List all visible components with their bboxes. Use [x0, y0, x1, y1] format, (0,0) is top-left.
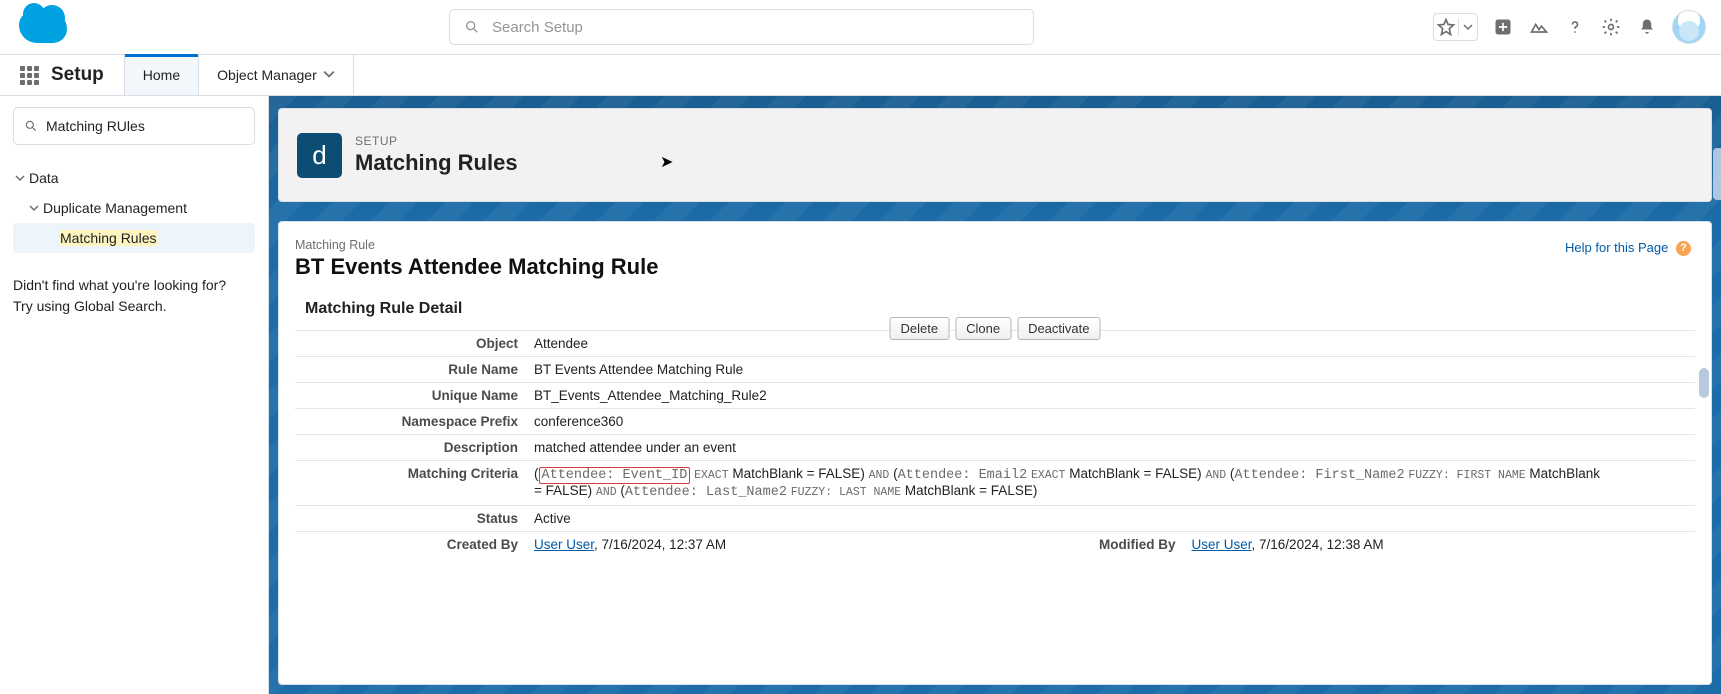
record-detail-card: Matching Rule BT Events Attendee Matchin…: [278, 221, 1712, 685]
modified-by-value: User User, 7/16/2024, 12:38 AM: [1184, 532, 1696, 558]
table-row: Created By User User, 7/16/2024, 12:37 A…: [295, 532, 1695, 558]
sidebar-node-label: Matching Rules: [59, 230, 158, 246]
star-icon: [1434, 16, 1458, 38]
field-value: Active: [526, 506, 1695, 532]
page-eyebrow: SETUP: [355, 134, 518, 148]
record-subtitle: Matching Rule: [295, 238, 1695, 252]
record-detail-table: Object Attendee Rule Name BT Events Atte…: [295, 330, 1695, 557]
page-title: Matching Rules: [355, 150, 518, 176]
table-row: Matching Criteria (Attendee: Event_ID EX…: [295, 461, 1695, 506]
record-name-heading: BT Events Attendee Matching Rule: [295, 254, 1695, 280]
field-value: matched attendee under an event: [526, 435, 1695, 461]
tab-object-manager[interactable]: Object Manager: [198, 55, 354, 95]
field-value: conference360: [526, 409, 1695, 435]
field-value: BT Events Attendee Matching Rule: [526, 357, 1695, 383]
app-name: Setup: [51, 55, 124, 95]
global-header: Search Setup: [0, 0, 1721, 55]
global-search-input[interactable]: Search Setup: [449, 9, 1034, 45]
global-add-icon[interactable]: [1492, 16, 1514, 38]
created-by-user-link[interactable]: User User: [534, 537, 594, 552]
table-row: Status Active: [295, 506, 1695, 532]
chevron-down-icon: [27, 203, 41, 213]
app-launcher-icon[interactable]: [15, 55, 43, 95]
created-by-value: User User, 7/16/2024, 12:37 AM: [526, 532, 1038, 558]
main-content: d SETUP Matching Rules ➤ Matching Rule B…: [269, 96, 1721, 694]
trailhead-icon[interactable]: [1528, 16, 1550, 38]
page-header: d SETUP Matching Rules: [278, 108, 1712, 202]
clone-button[interactable]: Clone: [955, 317, 1011, 340]
sidebar-quickfind-value: Matching RUles: [46, 118, 145, 134]
table-row: Namespace Prefix conference360: [295, 409, 1695, 435]
tab-home[interactable]: Home: [124, 55, 198, 95]
sidebar-node-label: Data: [29, 170, 59, 186]
field-label: Status: [295, 506, 526, 532]
field-label: Object: [295, 331, 526, 357]
table-row: Rule Name BT Events Attendee Matching Ru…: [295, 357, 1695, 383]
section-title: Matching Rule Detail: [305, 300, 1695, 318]
field-value: Attendee: [526, 331, 1695, 357]
chevron-down-icon: [13, 173, 27, 183]
notifications-bell-icon[interactable]: [1636, 16, 1658, 38]
help-question-icon: ?: [1676, 241, 1691, 256]
help-for-page-label: Help for this Page: [1565, 240, 1668, 255]
sidebar-hint-line: Didn't find what you're looking for?: [13, 275, 255, 296]
field-label: Namespace Prefix: [295, 409, 526, 435]
delete-button[interactable]: Delete: [890, 317, 950, 340]
user-avatar[interactable]: [1672, 10, 1706, 44]
global-search-placeholder: Search Setup: [492, 19, 583, 36]
salesforce-logo[interactable]: [15, 8, 70, 46]
search-icon: [24, 119, 38, 133]
sidebar-node-data[interactable]: Data: [13, 163, 255, 193]
page-header-icon: d: [297, 133, 342, 178]
field-label: Rule Name: [295, 357, 526, 383]
field-value: BT_Events_Attendee_Matching_Rule2: [526, 383, 1695, 409]
favorites-menu[interactable]: [1433, 13, 1478, 41]
chevron-down-icon: [323, 67, 335, 83]
field-label: Modified By: [1038, 532, 1184, 558]
sidebar-hint-line: Try using Global Search.: [13, 296, 255, 317]
sidebar-node-label: Duplicate Management: [43, 200, 187, 216]
scrollbar-thumb[interactable]: [1699, 368, 1709, 398]
help-icon[interactable]: [1564, 16, 1586, 38]
record-action-buttons: Delete Clone Deactivate: [890, 317, 1101, 340]
criteria-field-highlight: Attendee: Event_ID: [539, 467, 691, 484]
help-for-page-link[interactable]: Help for this Page ?: [1565, 240, 1691, 256]
field-label: Created By: [295, 532, 526, 558]
app-nav-bar: Setup Home Object Manager: [0, 55, 1721, 96]
field-label: Unique Name: [295, 383, 526, 409]
table-row: Unique Name BT_Events_Attendee_Matching_…: [295, 383, 1695, 409]
setup-sidebar: Matching RUles Data Duplicate Management…: [0, 96, 269, 694]
modified-by-user-link[interactable]: User User: [1192, 537, 1252, 552]
page-header-band: d SETUP Matching Rules ➤: [269, 96, 1721, 221]
field-label: Matching Criteria: [295, 461, 526, 506]
search-icon: [464, 19, 480, 35]
setup-gear-icon[interactable]: [1600, 16, 1622, 38]
matching-criteria-value: (Attendee: Event_ID EXACT MatchBlank = F…: [526, 461, 1695, 506]
tab-object-manager-label: Object Manager: [217, 67, 317, 83]
global-actions: [1433, 10, 1706, 44]
chevron-down-icon: [1459, 22, 1477, 32]
tab-home-label: Home: [143, 67, 180, 83]
field-label: Description: [295, 435, 526, 461]
sidebar-quickfind-input[interactable]: Matching RUles: [13, 107, 255, 145]
table-row: Description matched attendee under an ev…: [295, 435, 1695, 461]
dock-handle[interactable]: [1713, 148, 1721, 200]
sidebar-node-matching-rules[interactable]: Matching Rules: [13, 223, 255, 253]
deactivate-button[interactable]: Deactivate: [1017, 317, 1100, 340]
sidebar-hint: Didn't find what you're looking for? Try…: [13, 275, 255, 317]
sidebar-node-duplicate-management[interactable]: Duplicate Management: [13, 193, 255, 223]
